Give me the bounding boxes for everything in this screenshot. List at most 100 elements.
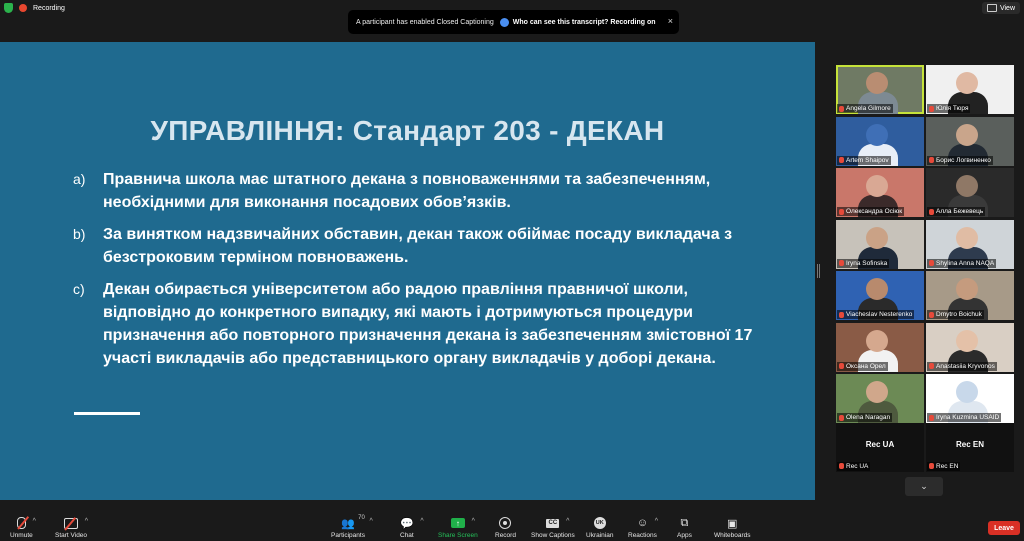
chevron-down-icon: ⌄: [920, 481, 928, 491]
caret-up-icon[interactable]: ^: [566, 518, 569, 525]
muted-microphone-icon: [839, 208, 844, 215]
grid-view-icon: [986, 4, 997, 12]
chat-button[interactable]: 💬 ^ Chat: [400, 516, 424, 540]
participants-button[interactable]: 👥 70 ^ Participants: [331, 515, 373, 539]
participant-name-bar: Юлія Тюря: [927, 104, 971, 113]
whiteboards-button[interactable]: ▣ Whiteboards: [714, 516, 751, 540]
participant-face: [866, 123, 888, 146]
participant-name: Оксана Орел: [846, 362, 886, 370]
unmute-label: Unmute: [10, 532, 33, 539]
security-shield-icon[interactable]: [4, 3, 13, 13]
list-text: Декан обирається університетом або радою…: [103, 281, 753, 367]
shared-screen: УПРАВЛІННЯ: Стандарт 203 - ДЕКАН a) Прав…: [0, 42, 815, 500]
view-label: View: [999, 4, 1015, 12]
participant-name: Artem Shaipov: [846, 156, 889, 164]
muted-microphone-icon: [16, 516, 29, 530]
participant-face: [956, 175, 978, 197]
participant-tile[interactable]: Viacheslav Nesterenko: [836, 271, 924, 320]
slide-list-item: c) Декан обирається університетом або ра…: [73, 278, 773, 370]
participant-name: Iryna Kuzmina USAID: [936, 414, 1000, 421]
record-label: Record: [495, 532, 516, 539]
caret-up-icon[interactable]: ^: [472, 518, 475, 525]
slide-title: УПРАВЛІННЯ: Стандарт 203 - ДЕКАН: [150, 115, 665, 146]
captions-icon: CC: [546, 518, 560, 528]
participant-face: [956, 329, 978, 352]
participant-tile[interactable]: Shylina Anna NAQA: [926, 219, 1014, 269]
participant-name: Rec UA: [846, 462, 869, 470]
caret-up-icon[interactable]: ^: [370, 518, 373, 525]
language-icon: UK: [593, 517, 606, 529]
participant-face: [866, 175, 888, 197]
participant-tile[interactable]: Anastasiia Kryvonos: [926, 322, 1014, 372]
participant-name-bar: Rec EN: [927, 461, 961, 471]
participants-label: Participants: [331, 532, 365, 539]
show-captions-button[interactable]: CC ^ Show Captions: [531, 516, 575, 539]
reactions-button[interactable]: ☺ ^ Reactions: [628, 516, 658, 539]
participant-tile[interactable]: Rec UA Rec UA: [836, 422, 924, 472]
caret-up-icon[interactable]: ^: [420, 518, 423, 525]
participant-face: [866, 381, 888, 403]
apps-button[interactable]: ⧉ Apps: [677, 516, 692, 540]
leave-button[interactable]: Leave: [988, 521, 1020, 535]
share-screen-button[interactable]: ↑ ^ Share Screen: [438, 516, 478, 539]
participant-face: [956, 381, 978, 403]
record-button[interactable]: Record: [495, 516, 516, 539]
participant-tile[interactable]: Алла Бежевець: [926, 168, 1014, 217]
participant-tile[interactable]: Iryna Kuzmina USAID: [926, 374, 1014, 423]
participant-tile[interactable]: Rec EN Rec EN: [926, 422, 1014, 472]
participant-tile[interactable]: Оксана Орел: [836, 322, 924, 372]
participant-tile[interactable]: Olena Naragan: [836, 374, 924, 423]
participant-name-bar: Shylina Anna NAQA: [927, 258, 997, 268]
meeting-status: Recording: [4, 3, 65, 13]
meeting-toolbar: ^ Unmute ^ Start Video 👥 70 ^ Participants…: [0, 511, 1024, 541]
muted-microphone-icon: [929, 208, 934, 215]
caret-up-icon[interactable]: ^: [85, 518, 88, 525]
muted-microphone-icon: [929, 105, 934, 112]
participant-tile[interactable]: Iryna Sofinska: [836, 219, 924, 269]
participant-face: [866, 72, 888, 94]
muted-microphone-icon: [839, 105, 844, 112]
gallery-next-button[interactable]: ⌄: [905, 477, 943, 496]
participant-tile[interactable]: Dmytro Boichuk: [926, 271, 1014, 320]
resize-handle[interactable]: [817, 264, 820, 278]
participant-tile[interactable]: Борис Логвиненко: [926, 116, 1014, 166]
participant-name: Rec EN: [936, 462, 959, 470]
muted-microphone-icon: [839, 414, 844, 421]
chat-label: Chat: [400, 532, 414, 539]
participant-name-bar: Олександра Осіюк: [837, 207, 905, 216]
participant-tile[interactable]: Олександра Осіюк: [836, 168, 924, 217]
slide-list-item: b) За винятком надзвичайних обставин, де…: [73, 223, 773, 269]
caret-up-icon[interactable]: ^: [655, 518, 658, 525]
participant-tile[interactable]: Angela Gilmore: [836, 65, 924, 114]
muted-microphone-icon: [839, 311, 844, 318]
participant-tile[interactable]: Юлія Тюря: [926, 65, 1014, 114]
close-icon[interactable]: ×: [668, 16, 673, 26]
caret-up-icon[interactable]: ^: [33, 518, 36, 525]
participant-name: Dmytro Boichuk: [936, 311, 982, 318]
transcript-info-link[interactable]: Who can see this transcript? Recording o…: [499, 17, 656, 27]
captioning-notification: A participant has enabled Closed Caption…: [348, 10, 679, 34]
participant-face: [866, 278, 888, 300]
participant-name-bar: Оксана Орел: [837, 361, 888, 371]
participant-face: [956, 226, 978, 249]
language-button[interactable]: UK Ukrainian: [586, 516, 613, 539]
muted-microphone-icon: [929, 260, 934, 266]
participant-face: [956, 278, 978, 300]
start-video-button[interactable]: ^ Start Video: [55, 516, 88, 539]
language-label: Ukrainian: [586, 532, 614, 539]
recording-label: Recording: [33, 4, 65, 12]
participant-name-bar: Angela Gilmore: [837, 104, 893, 113]
participant-name: Angela Gilmore: [846, 105, 891, 112]
participant-name: Алла Бежевець: [936, 208, 984, 215]
participant-tile[interactable]: Artem Shaipov: [836, 116, 924, 166]
transcript-info-text: Who can see this transcript? Recording o…: [512, 18, 656, 26]
unmute-button[interactable]: ^ Unmute: [10, 516, 36, 539]
muted-microphone-icon: [929, 363, 934, 369]
video-off-icon: [64, 516, 79, 530]
participants-count: 70: [358, 515, 365, 521]
muted-microphone-icon: [839, 363, 844, 369]
person-icon: [499, 17, 509, 27]
reactions-label: Reactions: [628, 532, 657, 539]
view-button[interactable]: View: [981, 2, 1020, 14]
notification-text: A participant has enabled Closed Caption…: [356, 18, 494, 26]
